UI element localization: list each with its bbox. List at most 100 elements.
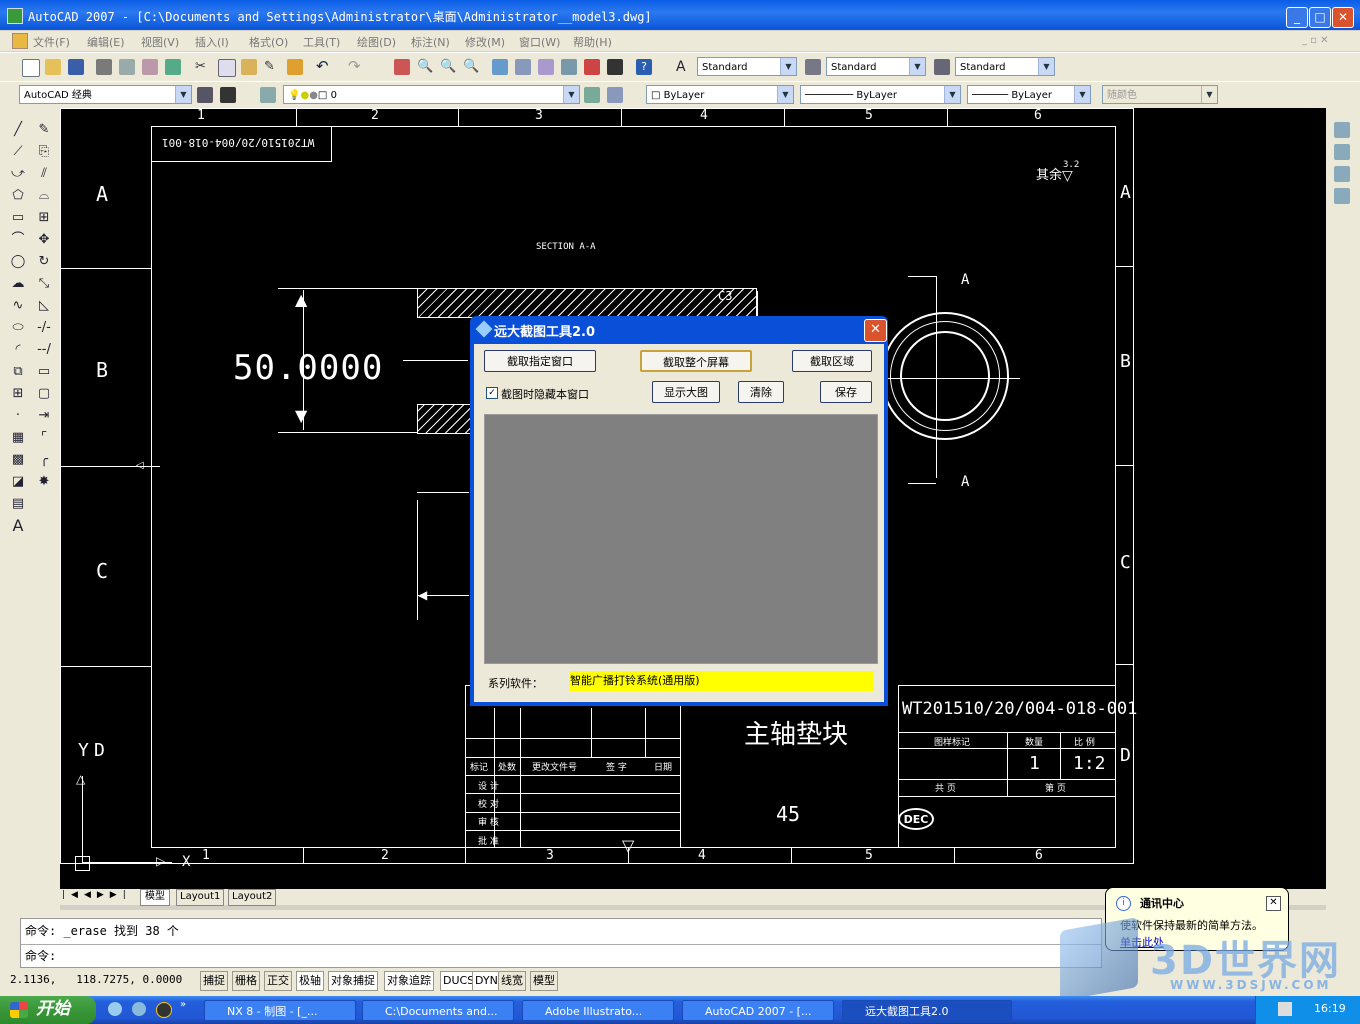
osnap-toggle[interactable]: 对象捕捉 xyxy=(328,971,378,991)
capture-window-button[interactable]: 截取指定窗口 xyxy=(484,350,596,372)
quicklaunch-qq-icon[interactable] xyxy=(156,1002,172,1018)
copy-icon[interactable] xyxy=(218,59,236,77)
insert-block-icon[interactable]: ⧉ xyxy=(10,364,26,380)
send-back-icon[interactable] xyxy=(1334,166,1350,182)
make-block-icon[interactable]: ⊞ xyxy=(10,386,26,402)
workspace-select[interactable]: AutoCAD 经典 ▼ xyxy=(19,85,192,104)
move-icon[interactable]: ✥ xyxy=(36,232,52,248)
markup-icon[interactable] xyxy=(584,59,600,75)
region-icon[interactable]: ◪ xyxy=(10,474,26,490)
table-icon[interactable]: ▤ xyxy=(10,496,26,512)
plotstyle-select[interactable]: 随颜色 ▼ xyxy=(1102,85,1218,104)
undo-icon[interactable]: ↶ xyxy=(316,59,332,75)
circle-icon[interactable]: ◯ xyxy=(10,254,26,270)
menu-modify[interactable]: 修改(M) xyxy=(465,34,505,50)
series-link[interactable]: 智能广播打铃系统(通用版) xyxy=(570,671,874,691)
publish-icon[interactable] xyxy=(142,59,158,75)
help-icon[interactable]: ? xyxy=(636,59,652,75)
dim-style-icon[interactable] xyxy=(805,59,821,75)
match-properties-icon[interactable]: ✎ xyxy=(264,59,280,75)
array-icon[interactable]: ⊞ xyxy=(36,210,52,226)
layer-manager-icon[interactable] xyxy=(260,87,276,103)
dialog-close-button[interactable]: ✕ xyxy=(864,319,887,342)
plot-icon[interactable] xyxy=(96,59,112,75)
dim-style-select[interactable]: Standard ▼ xyxy=(826,57,926,76)
tray-keyboard-icon[interactable] xyxy=(1278,1002,1292,1016)
scale-icon[interactable]: ⤡ xyxy=(36,276,52,292)
send-under-icon[interactable] xyxy=(1334,188,1350,204)
stretch-icon[interactable]: ◺ xyxy=(36,298,52,314)
capture-region-button[interactable]: 截取区域 xyxy=(792,350,872,372)
ellipse-icon[interactable]: ⬭ xyxy=(10,320,26,336)
rotate-icon[interactable]: ↻ xyxy=(36,254,52,270)
tool-palettes-icon[interactable] xyxy=(538,59,554,75)
zoom-realtime-icon[interactable]: 🔍 xyxy=(417,59,433,75)
menu-dimension[interactable]: 标注(N) xyxy=(411,34,450,50)
lineweight-select[interactable]: ────── ByLayer ▼ xyxy=(967,85,1091,104)
properties-icon[interactable] xyxy=(492,59,508,75)
chevron-down-icon[interactable]: ▼ xyxy=(780,58,796,75)
hide-window-checkbox[interactable]: ✓ xyxy=(486,387,498,399)
join-icon[interactable]: ⇥ xyxy=(36,408,52,424)
explode-icon[interactable]: ✸ xyxy=(36,474,52,490)
chevron-down-icon[interactable]: ▼ xyxy=(563,86,579,103)
zoom-window-icon[interactable]: 🔍 xyxy=(440,59,456,75)
quicklaunch-more-icon[interactable]: » xyxy=(180,999,186,1010)
command-history[interactable]: 命令: _erase 找到 38 个 命令: xyxy=(20,918,1102,968)
close-button[interactable]: ✕ xyxy=(1332,7,1354,28)
menu-view[interactable]: 视图(V) xyxy=(141,34,179,50)
erase-icon[interactable]: ✎ xyxy=(36,122,52,138)
cut-icon[interactable]: ✂ xyxy=(195,59,211,75)
menu-tools[interactable]: 工具(T) xyxy=(303,34,340,50)
lineweight-toggle[interactable]: 线宽 xyxy=(498,971,526,991)
preview-icon[interactable] xyxy=(119,59,135,75)
break-icon[interactable]: ▢ xyxy=(36,386,52,402)
task-screenshot-tool[interactable]: 远大截图工具2.0 xyxy=(842,1000,1012,1021)
point-icon[interactable]: · xyxy=(10,408,26,424)
polyline-icon[interactable]: ⤻ xyxy=(10,166,26,182)
open-icon[interactable] xyxy=(45,59,61,75)
command-prompt[interactable]: 命令: xyxy=(25,947,56,964)
layer-select[interactable]: 💡●●□ 0 ▼ xyxy=(283,85,580,104)
3d-dwf-icon[interactable] xyxy=(165,59,181,75)
doc-window-controls[interactable]: _ ▫ ✕ xyxy=(1302,35,1329,46)
tab-scroll-arrows-icon[interactable]: |◀◀▶▶| xyxy=(62,890,132,900)
communication-center-balloon[interactable]: i 通讯中心 ✕ 使软件保持最新的简单方法。 单击此处 xyxy=(1105,887,1289,951)
chevron-down-icon[interactable]: ▼ xyxy=(944,86,960,103)
task-nx8[interactable]: NX 8 - 制图 - [_... xyxy=(204,1000,356,1021)
arc-icon[interactable]: ⌒ xyxy=(10,232,26,248)
chevron-down-icon[interactable]: ▼ xyxy=(1074,86,1090,103)
break-point-icon[interactable]: ▭ xyxy=(36,364,52,380)
tab-layout1[interactable]: Layout1 xyxy=(176,889,225,906)
task-explorer[interactable]: C:\Documents and... xyxy=(362,1000,514,1021)
task-illustrator[interactable]: Adobe Illustrato... xyxy=(522,1000,674,1021)
tab-model[interactable]: 模型 xyxy=(140,889,170,906)
chevron-down-icon[interactable]: ▼ xyxy=(909,58,925,75)
minimize-button[interactable]: _ xyxy=(1286,7,1308,28)
title-bar[interactable]: AutoCAD 2007 - [C:\Documents and Setting… xyxy=(0,0,1360,30)
capture-fullscreen-button[interactable]: 截取整个屏幕 xyxy=(640,350,752,372)
fillet-icon[interactable]: ╭ xyxy=(36,452,52,468)
menu-format[interactable]: 格式(O) xyxy=(249,34,288,50)
chevron-down-icon[interactable]: ▼ xyxy=(777,86,793,103)
mirror-icon[interactable]: ⫽ xyxy=(36,166,52,182)
line-icon[interactable]: ╱ xyxy=(10,122,26,138)
pan-icon[interactable] xyxy=(394,59,410,75)
menu-edit[interactable]: 编辑(E) xyxy=(87,34,125,50)
snap-toggle[interactable]: 捕捉 xyxy=(200,971,228,991)
chevron-down-icon[interactable]: ▼ xyxy=(175,86,191,103)
text-style-select[interactable]: Standard ▼ xyxy=(697,57,797,76)
calculator-icon[interactable] xyxy=(607,59,623,75)
hatch-icon[interactable]: ▦ xyxy=(10,430,26,446)
menu-draw[interactable]: 绘图(D) xyxy=(357,34,396,50)
trim-icon[interactable]: -/- xyxy=(36,320,52,336)
table-style-select[interactable]: Standard ▼ xyxy=(955,57,1055,76)
screenshot-tool-dialog[interactable]: 远大截图工具2.0 ✕ 截取指定窗口 截取整个屏幕 截取区域 ✓ 截图时隐藏本窗… xyxy=(470,316,888,706)
balloon-close-icon[interactable]: ✕ xyxy=(1266,896,1281,911)
menu-window[interactable]: 窗口(W) xyxy=(519,34,560,50)
chevron-down-icon[interactable]: ▼ xyxy=(1038,58,1054,75)
bring-forward-icon[interactable] xyxy=(1334,144,1350,160)
revcloud-icon[interactable]: ☁ xyxy=(10,276,26,292)
grid-toggle[interactable]: 栅格 xyxy=(232,971,260,991)
dyn-toggle[interactable]: DYN xyxy=(472,971,501,991)
